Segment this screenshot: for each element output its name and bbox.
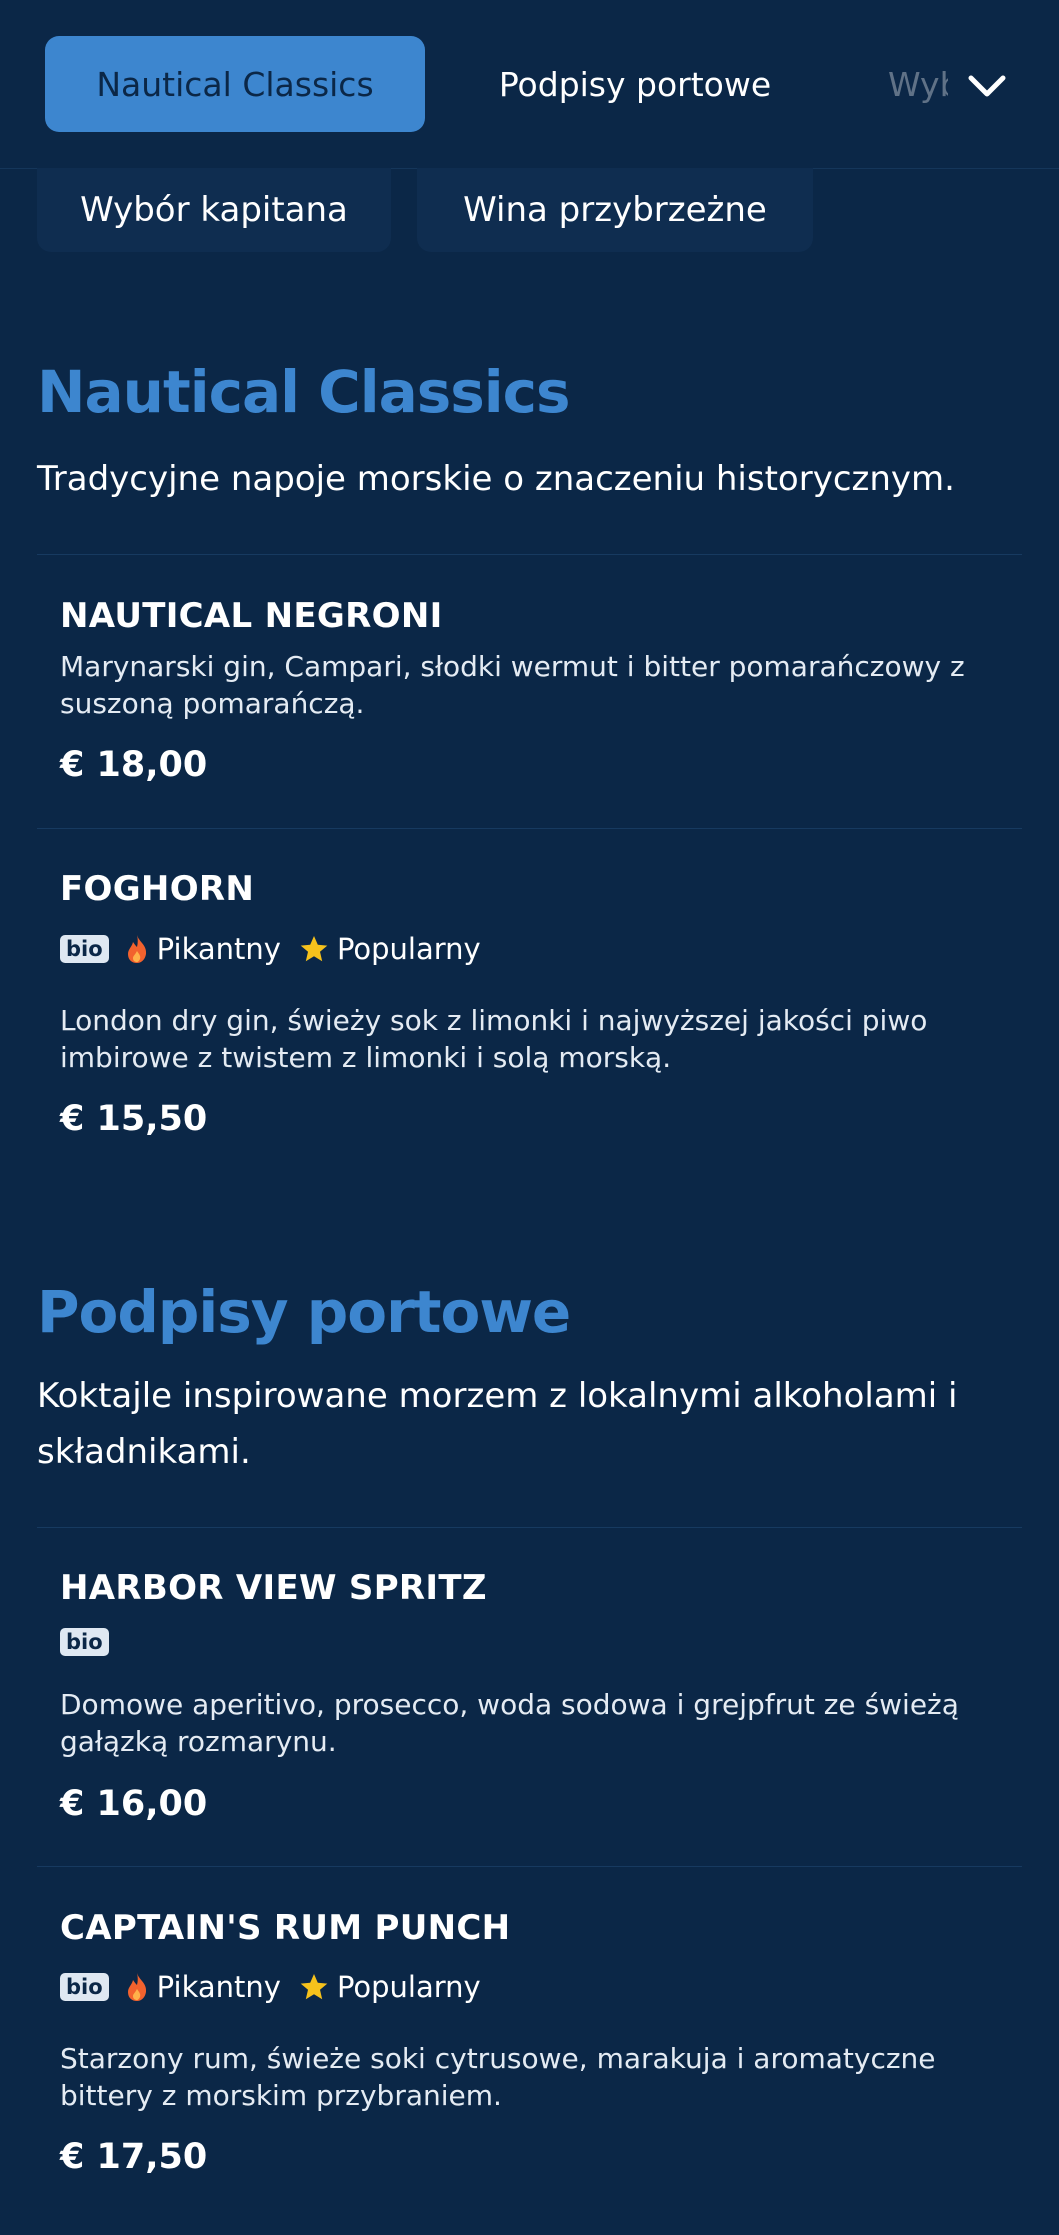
spicy-tag: Pikantny [125,1970,281,2004]
star-icon [300,1974,328,2000]
tab-nautical-classics[interactable]: Nautical Classics [45,36,425,132]
item-description: Marynarski gin, Campari, słodki wermut i… [60,650,965,720]
spicy-label: Pikantny [156,932,281,966]
item-tags: bio Pikantny Popularny [60,929,499,969]
tab-wybor-kapitana-partial[interactable]: Wybór kapitana [888,36,948,132]
spicy-label: Pikantny [156,1970,281,2004]
bio-badge: bio [60,935,109,963]
category-nav: Nautical Classics Podpisy portowe Wybór … [0,0,1059,169]
item-tags: bio Pikantny Popularny [60,1967,499,2007]
item-price: € 17,50 [60,2137,208,2177]
section-description: Koktajle inspirowane morzem z lokalnymi … [37,1376,958,1472]
flame-icon [127,935,146,963]
item-tags: bio [60,1622,125,1662]
divider [37,1527,1022,1528]
divider [37,1866,1022,1867]
chevron-down-icon[interactable] [963,62,1011,110]
item-price: € 16,00 [60,1784,208,1824]
star-icon [300,936,328,962]
item-name: HARBOR VIEW SPRITZ [60,1568,487,1608]
item-description: Domowe aperitivo, prosecco, woda sodowa … [60,1688,959,1758]
tab-podpisy-portowe[interactable]: Podpisy portowe [470,36,800,132]
popular-label: Popularny [336,932,481,966]
divider [37,554,1022,555]
item-name: CAPTAIN'S RUM PUNCH [60,1908,511,1948]
item-name: FOGHORN [60,869,255,909]
item-price: € 18,00 [60,745,208,785]
section-description: Tradycyjne napoje morskie o znaczeniu hi… [37,459,955,499]
flame-icon [127,1973,146,2001]
category-nav-overflow: Wybór kapitana Wina przybrzeżne [0,168,1059,258]
popular-label: Popularny [336,1970,481,2004]
item-description: London dry gin, świeży sok z limonki i n… [60,1004,928,1074]
item-name: NAUTICAL NEGRONI [60,596,443,636]
bio-badge: bio [60,1628,109,1656]
section-title: Podpisy portowe [37,1278,571,1346]
popular-tag: Popularny [299,1970,481,2004]
tab-wina-przybrzezne[interactable]: Wina przybrzeżne [417,168,813,252]
spicy-tag: Pikantny [125,932,281,966]
item-price: € 15,50 [60,1099,208,1139]
tab-wybor-kapitana[interactable]: Wybór kapitana [37,168,391,252]
bio-badge: bio [60,1973,109,2001]
divider [37,828,1022,829]
popular-tag: Popularny [299,932,481,966]
item-description: Starzony rum, świeże soki cytrusowe, mar… [60,2042,936,2112]
section-title: Nautical Classics [37,358,571,426]
